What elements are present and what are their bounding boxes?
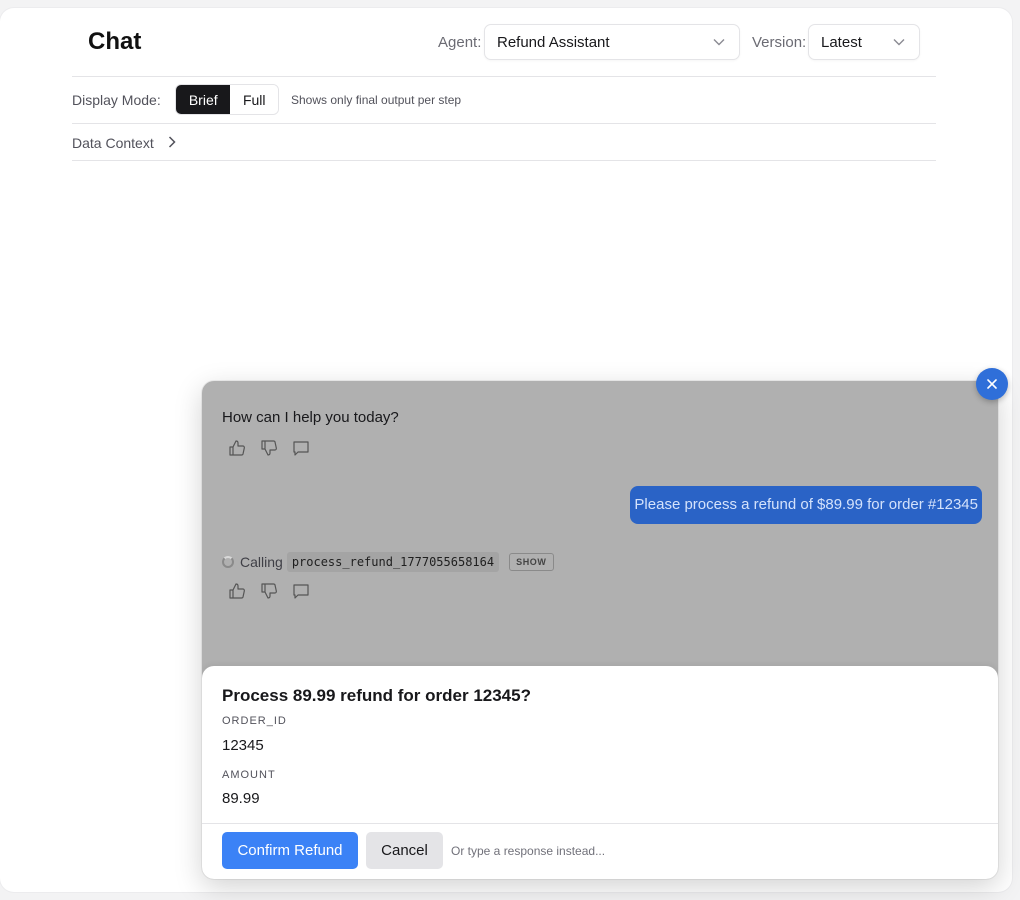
assistant-message: How can I help you today? [222,409,399,426]
loading-spinner-icon [222,556,234,568]
page-title: Chat [88,28,142,55]
show-button[interactable]: SHOW [509,553,554,571]
user-message: Please process a refund of $89.99 for or… [630,486,982,524]
chat-widget: How can I help you today? Please process… [202,381,998,879]
tool-name: process_refund_1777055658164 [286,552,500,572]
version-label: Version: [752,34,807,51]
chevron-down-icon [893,39,905,46]
version-select-value: Latest [821,34,862,51]
thumbs-down-icon[interactable] [260,439,278,457]
version-select[interactable]: Latest [808,24,920,60]
agent-label: Agent: [438,34,482,51]
chevron-down-icon [713,39,725,46]
agent-select[interactable]: Refund Assistant [484,24,740,60]
confirmation-footer: Confirm Refund Cancel Or type a response… [202,823,998,879]
page-header: Chat Agent: Refund Assistant Version: La… [72,8,936,77]
display-mode-hint: Shows only final output per step [291,93,462,107]
field-value-order-id: 12345 [222,737,264,754]
field-label-order-id: ORDER_ID [222,715,287,727]
chat-history: How can I help you today? Please process… [202,381,998,666]
field-value-amount: 89.99 [222,790,260,807]
display-mode-toggle: Brief Full [175,84,279,115]
data-context-label: Data Context [72,135,154,151]
display-mode-brief[interactable]: Brief [176,85,231,114]
thumbs-up-icon[interactable] [228,582,246,600]
thumbs-down-icon[interactable] [260,582,278,600]
agent-select-value: Refund Assistant [497,34,610,51]
cancel-button[interactable]: Cancel [366,832,443,869]
field-label-amount: AMOUNT [222,769,276,781]
chevron-right-icon [168,136,176,148]
data-context-toggle[interactable]: Data Context [72,124,936,161]
message-feedback [228,439,310,457]
tool-call-status: Calling process_refund_1777055658164 SHO… [222,551,554,573]
comment-icon[interactable] [292,439,310,457]
message-feedback [228,582,310,600]
display-mode-full[interactable]: Full [230,85,278,114]
display-mode-label: Display Mode: [72,92,161,108]
close-chat-button[interactable] [976,368,1008,400]
confirmation-panel: Process 89.99 refund for order 12345? OR… [202,666,998,879]
confirmation-title: Process 89.99 refund for order 12345? [222,686,531,705]
comment-icon[interactable] [292,582,310,600]
thumbs-up-icon[interactable] [228,439,246,457]
display-mode-row: Display Mode: Brief Full Shows only fina… [72,77,936,124]
close-icon [987,379,997,389]
confirm-refund-button[interactable]: Confirm Refund [222,832,358,869]
calling-label: Calling [240,554,283,570]
response-hint[interactable]: Or type a response instead... [451,844,605,858]
